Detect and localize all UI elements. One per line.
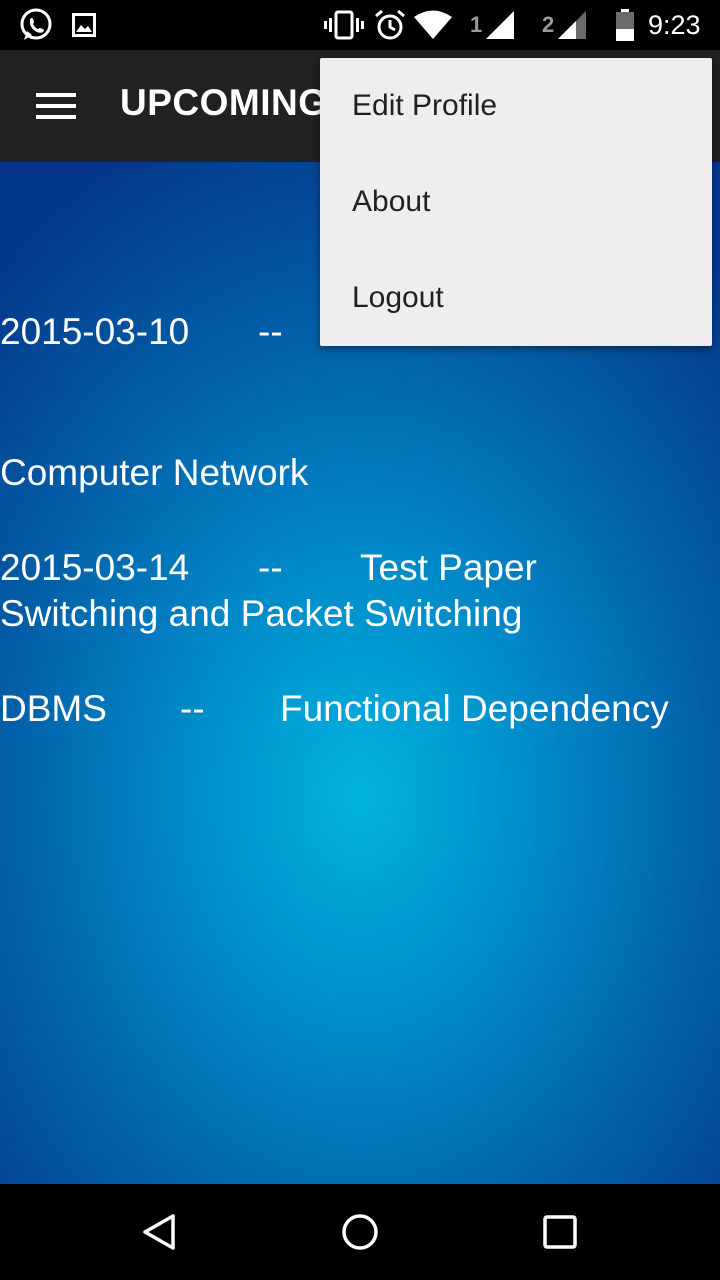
- clock: 9:23: [648, 9, 701, 40]
- sim2-label: 2: [542, 12, 555, 37]
- hamburger-menu-icon[interactable]: [20, 74, 92, 138]
- page-title: UPCOMING: [120, 82, 328, 123]
- overflow-menu: Edit Profile About Logout: [320, 58, 712, 346]
- entry-separator: --: [258, 311, 283, 352]
- entry-date: 2015-03-14: [0, 547, 190, 588]
- menu-item-about[interactable]: About: [320, 154, 712, 250]
- sim1-label: 1: [470, 12, 483, 37]
- entry-subject: DBMS: [0, 688, 107, 729]
- list-item[interactable]: 2015-03-14 -- Test Paper DBMS -- Functio…: [0, 450, 720, 826]
- back-icon[interactable]: [120, 1202, 200, 1262]
- entry-separator: --: [180, 688, 205, 729]
- alarm-icon: [374, 0, 406, 50]
- menu-item-logout[interactable]: Logout: [320, 250, 712, 346]
- battery-icon: [616, 0, 634, 50]
- home-icon[interactable]: [320, 1202, 400, 1262]
- vibrate-icon: [324, 0, 364, 50]
- entry-topic: Functional Dependency: [280, 688, 669, 729]
- navigation-bar: [0, 1184, 720, 1280]
- entry-separator: --: [258, 547, 283, 588]
- entry-type: Test Paper: [360, 547, 537, 588]
- signal-icon: [556, 0, 588, 50]
- status-bar: 1 2 9:23: [0, 0, 720, 50]
- recents-icon[interactable]: [520, 1202, 600, 1262]
- signal-icon: [484, 0, 516, 50]
- whatsapp-icon: [18, 0, 54, 50]
- entry-date: 2015-03-10: [0, 311, 190, 352]
- menu-item-edit-profile[interactable]: Edit Profile: [320, 58, 712, 154]
- image-icon: [72, 0, 96, 50]
- wifi-icon: [414, 0, 452, 50]
